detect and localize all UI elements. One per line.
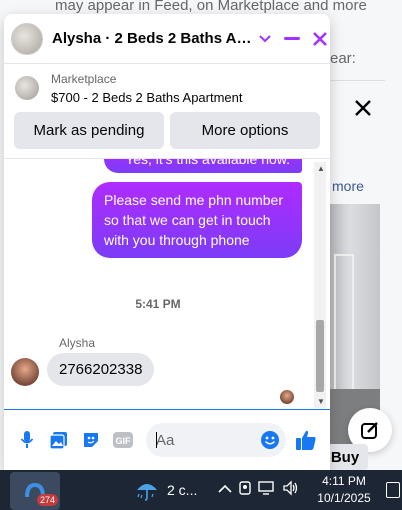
listing-avatar[interactable] <box>11 22 43 55</box>
message-list[interactable]: Yes, it's this available now. Please sen… <box>4 159 312 409</box>
meet-now-icon[interactable] <box>238 480 252 499</box>
umbrella-icon <box>137 484 157 501</box>
more-options-button[interactable]: More options <box>170 112 320 149</box>
volume-icon[interactable] <box>282 480 300 499</box>
listing-actions: Mark as pending More options <box>14 112 320 149</box>
listing-thumbnail <box>15 76 39 100</box>
taskbar-clock[interactable]: 4:11 PM 10/1/2025 <box>312 473 376 507</box>
windows-taskbar: 274 2 c... 4:11 PM 10/1/2025 <box>0 470 402 510</box>
minimize-icon[interactable] <box>282 29 302 49</box>
weather-text: 2 c... <box>167 482 198 498</box>
background-close-icon[interactable] <box>353 98 373 118</box>
mark-as-pending-button[interactable]: Mark as pending <box>14 112 164 149</box>
weather-widget[interactable]: 2 c... <box>135 478 197 502</box>
seen-receipt-avatar <box>280 390 294 404</box>
outgoing-message[interactable]: Yes, it's this available now. <box>104 159 302 173</box>
sender-name: Alysha <box>59 336 96 350</box>
composer-focus-line <box>4 409 330 410</box>
chevron-down-icon[interactable] <box>256 30 274 48</box>
incoming-message[interactable]: 2766202338 <box>47 353 155 386</box>
chat-window: Alysha · 2 Beds 2 Baths Apartment Market… <box>4 14 330 470</box>
background-partial-label: ear: <box>330 50 356 67</box>
chat-title[interactable]: Alysha · 2 Beds 2 Baths Apartment <box>52 30 252 47</box>
chat-header: Alysha · 2 Beds 2 Baths Apartment <box>4 14 330 64</box>
scroll-up-icon[interactable]: ▲ <box>317 164 325 173</box>
background-divider <box>330 80 385 81</box>
message-input-wrapper[interactable] <box>146 423 286 457</box>
scroll-thumb[interactable] <box>316 320 324 392</box>
listing-info: Marketplace $700 - 2 Beds 2 Baths Apartm… <box>51 72 243 105</box>
text-caret <box>156 432 157 448</box>
chevron-up-icon[interactable] <box>218 482 232 497</box>
sticker-icon[interactable] <box>78 427 104 453</box>
photo-icon[interactable] <box>46 427 72 453</box>
gif-icon[interactable]: GIF <box>110 427 136 453</box>
message-scrollbar[interactable]: ▲ ▼ <box>314 162 326 408</box>
compose-icon <box>361 422 378 439</box>
svg-text:GIF: GIF <box>116 436 132 446</box>
like-icon[interactable] <box>292 426 320 454</box>
sender-avatar[interactable] <box>11 358 39 386</box>
notification-badge: 274 <box>37 494 59 506</box>
scroll-down-icon[interactable]: ▼ <box>317 397 325 406</box>
microphone-icon[interactable] <box>14 427 40 453</box>
message-input[interactable] <box>156 431 256 449</box>
see-more-link[interactable]: more <box>332 178 364 194</box>
emoji-icon[interactable] <box>260 430 280 450</box>
network-icon[interactable] <box>258 480 276 499</box>
message-timestamp: 5:41 PM <box>135 297 181 311</box>
message-composer: GIF <box>4 418 330 462</box>
system-tray <box>218 480 300 499</box>
marketplace-listing-row[interactable]: Marketplace $700 - 2 Beds 2 Baths Apartm… <box>4 65 330 111</box>
clock-date: 10/1/2025 <box>317 491 371 505</box>
notification-center-icon[interactable] <box>386 482 400 498</box>
close-icon[interactable] <box>310 29 330 49</box>
photo-door <box>334 254 354 394</box>
listing-title: $700 - 2 Beds 2 Baths Apartment <box>51 89 243 105</box>
marketplace-label: Marketplace <box>51 71 117 86</box>
outgoing-message[interactable]: Please send me phn number so that we can… <box>92 182 302 258</box>
clock-time: 4:11 PM <box>322 474 366 488</box>
taskbar-app-button[interactable]: 274 <box>10 472 60 510</box>
